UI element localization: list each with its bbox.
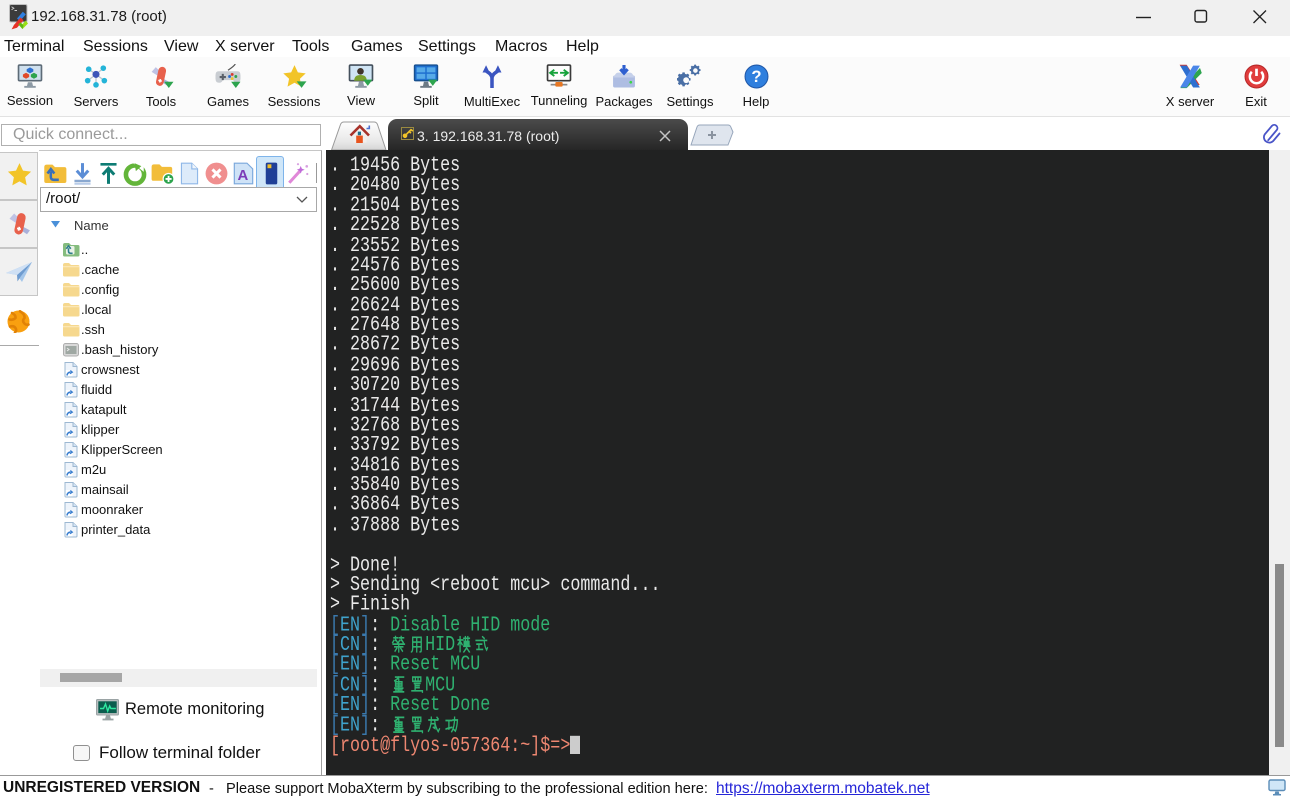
svg-text:A: A [237, 167, 248, 184]
svg-text:?: ? [751, 67, 761, 86]
